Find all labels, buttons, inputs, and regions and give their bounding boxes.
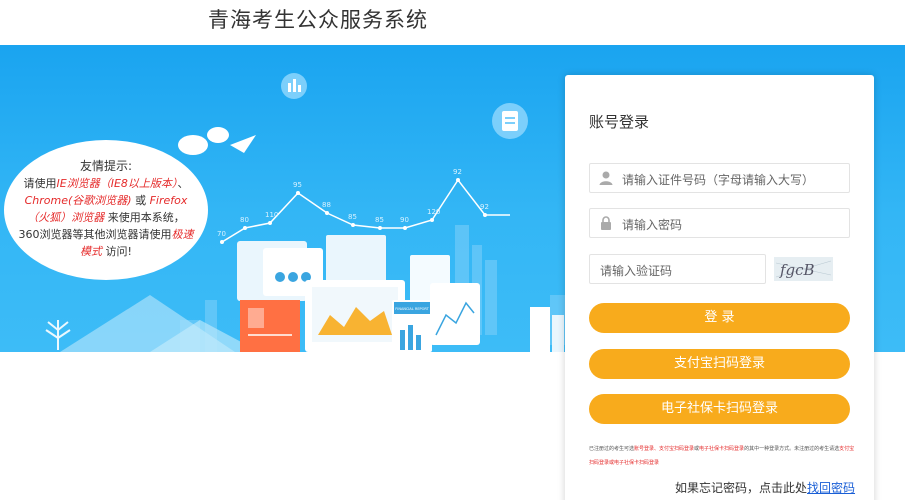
alipay-login-button[interactable]: 支付宝扫码登录: [589, 349, 850, 379]
chart-point: [483, 213, 487, 217]
chart-label: 90: [400, 216, 409, 224]
chart-label: 85: [375, 216, 384, 224]
tip-text: 请使用IE浏览器（IE8以上版本）、Chrome(谷歌浏览器) 或 Firefo…: [18, 175, 194, 260]
chart-point: [325, 211, 329, 215]
id-number-placeholder: 请输入证件号码（字母请输入大写）: [622, 173, 815, 187]
login-card: 账号登录 请输入证件号码（字母请输入大写） 请输入密码 请输入验证码 fgcB: [565, 75, 874, 500]
captcha-image[interactable]: fgcB: [774, 257, 833, 281]
captcha-graphic: fgcB: [775, 260, 832, 279]
chart-point: [403, 226, 407, 230]
tip-prefix: 请使用: [23, 177, 57, 190]
site-title: 青海考生公众服务系统: [208, 8, 428, 32]
browser-tip-bubble: 友情提示: 请使用IE浏览器（IE8以上版本）、Chrome(谷歌浏览器) 或 …: [4, 140, 208, 280]
password-placeholder: 请输入密码: [622, 218, 683, 232]
chart-point: [456, 178, 460, 182]
chart-point: [220, 240, 224, 244]
login-notice: 已注册过的考生可选账号登录、支付宝扫码登录或电子社保卡扫码登录的其中一种登录方式…: [589, 442, 857, 470]
captcha-text: fgcB: [779, 261, 815, 279]
chart-label: 70: [217, 230, 226, 238]
password-field[interactable]: 请输入密码: [589, 208, 850, 238]
chart-point: [351, 223, 355, 227]
social-card-login-button[interactable]: 电子社保卡扫码登录: [589, 394, 850, 424]
header: 青海考生公众服务系统: [0, 0, 905, 45]
chart-label: 80: [240, 216, 249, 224]
forgot-password-text: 如果忘记密码，点击此处找回密码: [675, 479, 855, 496]
tip-end: 访问!: [102, 245, 132, 258]
chart-label: 88: [322, 201, 331, 209]
chart-point: [378, 226, 382, 230]
captcha-placeholder: 请输入验证码: [600, 264, 673, 278]
notice-highlight: 账号登录、支付宝扫码登录: [634, 446, 695, 452]
login-button[interactable]: 登 录: [589, 303, 850, 333]
tip-title: 友情提示:: [79, 159, 133, 173]
captcha-field[interactable]: 请输入验证码: [589, 254, 766, 284]
chart-label: 92: [453, 168, 462, 176]
login-title: 账号登录: [589, 113, 650, 131]
report-label: FINANCIAL REPORT: [395, 307, 429, 311]
tip-chrome: Chrome(谷歌浏览器): [24, 194, 132, 207]
user-icon: [599, 171, 613, 185]
chart-point: [430, 218, 434, 222]
cloud-decoration: [207, 127, 229, 143]
cloud-decoration: [178, 135, 208, 155]
chart-label: 85: [348, 213, 357, 221]
tip-ie: IE浏览器（IE8以上版本）: [56, 177, 178, 190]
chart-label: 110: [265, 211, 278, 219]
chart-label: 95: [293, 181, 302, 189]
notice-part: 已注册过的考生可选: [589, 446, 635, 452]
chart-point: [243, 226, 247, 230]
chart-label: 92: [480, 203, 489, 211]
chart-label: 120: [427, 208, 440, 216]
chart-point: [296, 191, 300, 195]
tip-or: 或: [131, 194, 150, 207]
notice-highlight: 电子社保卡扫码登录: [699, 446, 745, 452]
page: 青海考生公众服务系统 70 80 110 95 88 85 85 90 120 …: [0, 0, 905, 500]
chart-point: [268, 221, 272, 225]
bar-chart-icon: [288, 83, 291, 92]
tip-sep: 、: [177, 177, 189, 190]
forgot-prefix: 如果忘记密码，点击此处: [675, 481, 808, 495]
recover-password-link[interactable]: 找回密码: [807, 481, 855, 495]
id-number-field[interactable]: 请输入证件号码（字母请输入大写）: [589, 163, 850, 193]
notice-part: 的其中一种登录方式。未注册过的考生请选: [744, 446, 840, 452]
lock-icon: [601, 216, 611, 230]
